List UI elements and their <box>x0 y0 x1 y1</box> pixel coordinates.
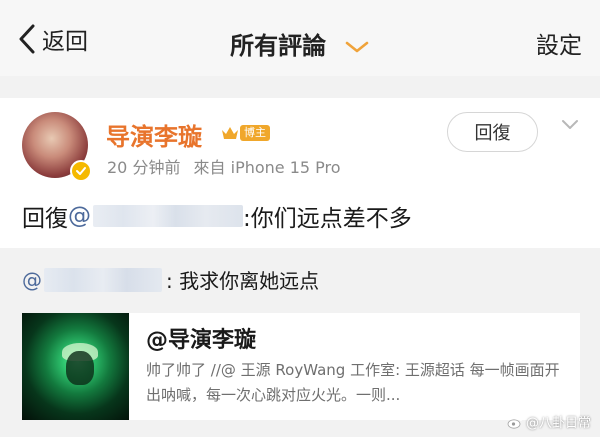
comment-text: 回復 @ :你们远点差不多 <box>22 199 412 233</box>
blurred-username <box>44 267 162 292</box>
quoted-body: : 我求你离她远点 <box>166 269 320 293</box>
blogger-badge: 博主 <box>221 123 270 143</box>
section-divider <box>0 248 600 258</box>
thumbnail-figure-shadow <box>66 351 94 385</box>
comment-meta: 20 分钟前 來自 iPhone 15 Pro <box>107 154 341 178</box>
quoted-mention-at[interactable]: @ <box>22 268 42 292</box>
source: 來自 iPhone 15 Pro <box>193 158 341 177</box>
verified-icon <box>70 160 92 182</box>
crown-icon <box>222 127 238 139</box>
comment-card: 导演李璇 博主 20 分钟前 來自 iPhone 15 Pro 回復 回復 @ … <box>0 98 600 248</box>
section-divider <box>0 76 600 98</box>
blurred-username <box>93 205 243 227</box>
linked-post-desc: 帅了帅了 //@ 王源 RoyWang 工作室: 王源超话 每一帧画面开出呐喊，… <box>146 361 560 404</box>
nav-bar: 返回 所有評論 設定 <box>0 0 600 76</box>
quoted-text: @ : 我求你离她远点 <box>22 265 319 294</box>
watermark: @八卦日常 <box>507 412 591 431</box>
comment-body: :你们远点差不多 <box>243 206 412 232</box>
sort-dropdown[interactable]: 所有評論 <box>0 26 600 61</box>
linked-post-card[interactable]: @导演李璇 帅了帅了 //@ 王源 RoyWang 工作室: 王源超话 每一帧画… <box>22 313 580 420</box>
watermark-text: @八卦日常 <box>526 416 592 431</box>
weibo-icon <box>507 415 522 429</box>
page-title: 所有評論 <box>230 32 327 60</box>
linked-post-title: @导演李璇 <box>146 328 257 353</box>
reply-button[interactable]: 回復 <box>447 112 538 152</box>
more-chevron-icon[interactable] <box>560 118 580 132</box>
reply-prefix: 回復 <box>22 206 68 232</box>
post-thumbnail <box>22 313 129 420</box>
mention-at[interactable]: @ <box>68 203 91 229</box>
timestamp: 20 分钟前 <box>107 158 181 177</box>
quoted-post: @ : 我求你离她远点 @导演李璇 帅了帅了 //@ 王源 RoyWang 工作… <box>0 258 600 437</box>
username[interactable]: 导演李璇 <box>106 117 202 152</box>
badge-label: 博主 <box>240 125 270 141</box>
settings-button[interactable]: 設定 <box>536 26 582 60</box>
dropdown-chevron-icon <box>345 41 369 53</box>
